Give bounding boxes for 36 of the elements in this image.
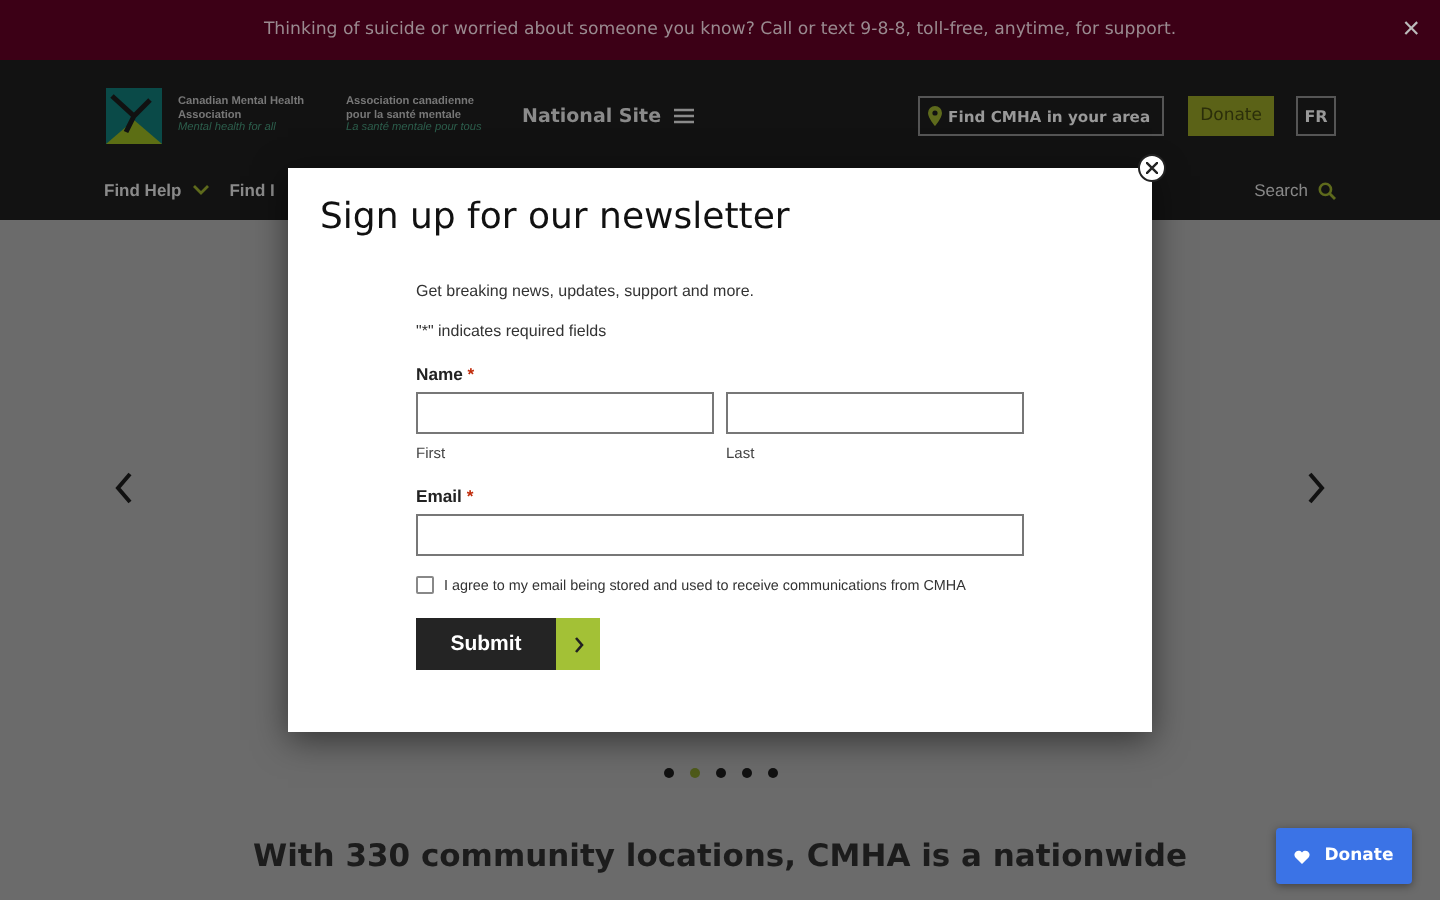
required-note: "*" indicates required fields: [416, 322, 609, 340]
nav-link[interactable]: Find Help: [104, 180, 210, 200]
next-button[interactable]: [1306, 471, 1326, 509]
input-field[interactable]: [726, 392, 1024, 434]
chevron-right-icon: [1306, 471, 1326, 503]
site-menu-button[interactable]: National Site: [522, 105, 694, 127]
chevron-right-icon: [573, 635, 583, 653]
input-field[interactable]: [416, 514, 1024, 556]
menu-icon: [673, 108, 694, 124]
description-text: Get breaking news, updates, support and more.: [416, 282, 756, 300]
logo-icon: [106, 88, 162, 144]
chevron-left-icon: [114, 471, 134, 503]
search-icon: [1318, 181, 1336, 199]
required-mark: *: [467, 364, 475, 384]
carousel-dot[interactable]: [741, 768, 751, 778]
heart-icon: [1294, 849, 1311, 863]
nav-link[interactable]: Find I: [229, 180, 275, 200]
search-button[interactable]: Search: [1254, 180, 1336, 200]
close-icon: [1146, 162, 1158, 174]
required-mark: *: [466, 486, 474, 506]
previous-button[interactable]: [114, 471, 134, 509]
donate-button[interactable]: Donate: [1276, 828, 1412, 884]
language-button[interactable]: FR: [1296, 96, 1336, 136]
carousel-dot[interactable]: [767, 768, 777, 778]
carousel-dot[interactable]: [715, 768, 725, 778]
map-pin-icon: [928, 106, 943, 126]
close-button[interactable]: ×: [1402, 14, 1420, 44]
field-label: Name: [416, 364, 463, 384]
carousel-dot[interactable]: [663, 768, 673, 778]
field-label: Email: [416, 486, 462, 506]
crisis-message: Thinking of suicide or worried about someone you know? Call or text 9-8-8, toll-free, anytime, for support.: [263, 20, 1177, 40]
input-field[interactable]: [416, 392, 714, 434]
consent-checkbox[interactable]: [416, 576, 434, 594]
intro-heading: With 330 community locations, CMHA is a nationwide: [252, 838, 1188, 874]
carousel-dot[interactable]: [689, 768, 699, 778]
dialog-title: Sign up for our newsletter: [320, 196, 792, 238]
